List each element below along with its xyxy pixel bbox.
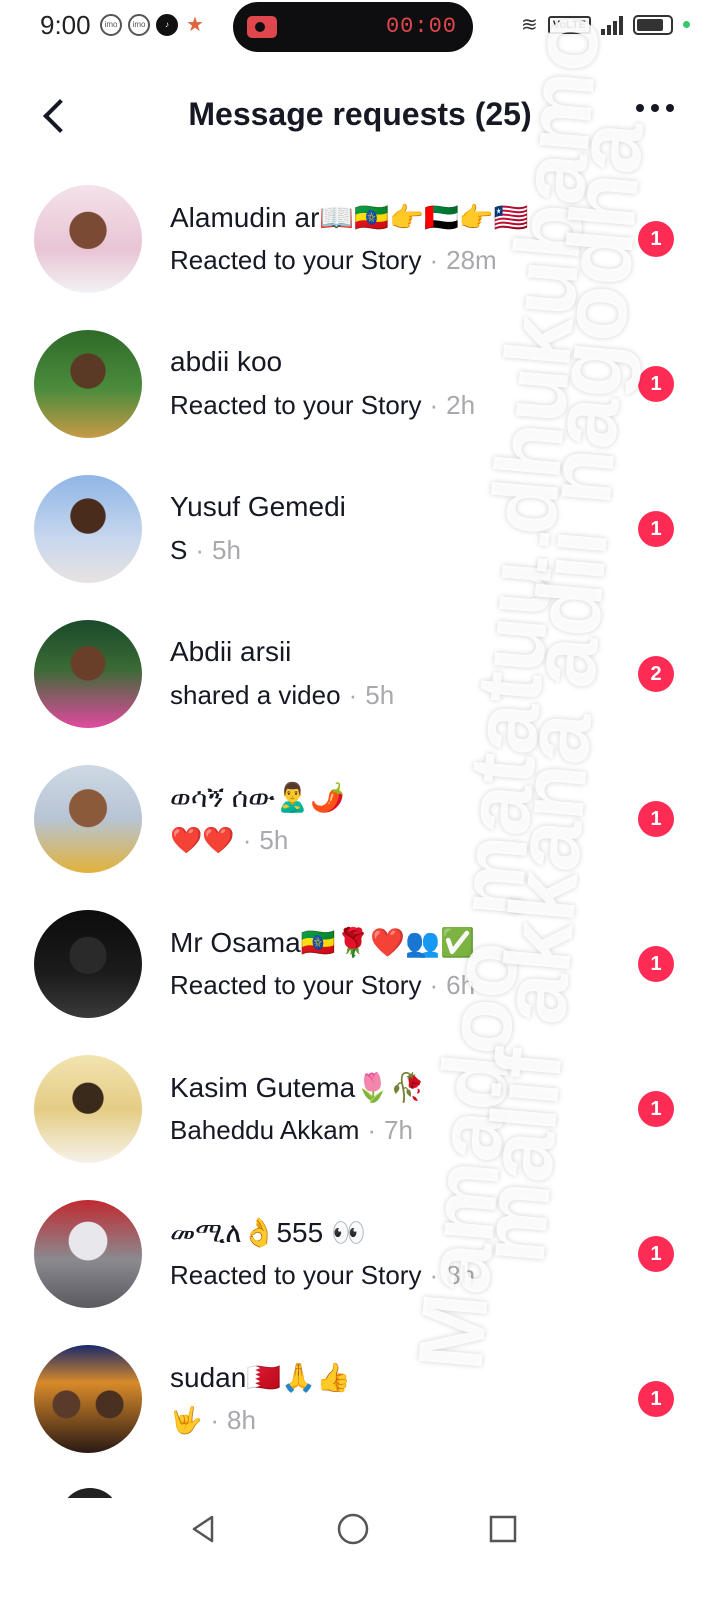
sender-name: Kasim Gutema🌷🥀 xyxy=(170,1072,425,1103)
system-navigation-bar xyxy=(0,1498,720,1600)
status-bar: 9:00 imo imo ♪ ★ 00:00 ≋ VoLTE xyxy=(0,0,720,52)
timestamp: 5h xyxy=(365,680,395,710)
unread-badge: 1 xyxy=(638,1091,674,1127)
status-time: 9:00 xyxy=(40,10,91,40)
list-item[interactable]: መሚለ👌555 👀 Reacted to your Story · 8h 1 xyxy=(0,1180,720,1325)
imo-icon: imo xyxy=(100,14,122,36)
timestamp: 6h xyxy=(446,970,476,1000)
timestamp: 8h xyxy=(446,1260,476,1290)
video-record-icon xyxy=(247,16,277,38)
message-preview: Reacted to your Story · 8h xyxy=(170,1260,476,1290)
message-preview: S · 5h xyxy=(170,535,241,565)
timestamp: 2h xyxy=(446,390,476,420)
volte-label: VoLTE xyxy=(547,15,591,34)
message-preview: ❤️❤️ · 5h xyxy=(170,825,289,855)
list-item[interactable]: Kasim Gutema🌷🥀 Baheddu Akkam · 7h 1 xyxy=(0,1035,720,1180)
list-item[interactable]: ወሳኝ ሰው🙎‍♂️🌶️ ❤️❤️ · 5h 1 xyxy=(0,745,720,890)
unread-badge: 1 xyxy=(638,511,674,547)
timestamp: 28m xyxy=(446,245,497,275)
sender-name: መሚለ👌555 👀 xyxy=(170,1217,366,1248)
avatar[interactable] xyxy=(34,185,142,293)
nav-home-icon[interactable] xyxy=(336,1512,370,1546)
sender-name: Mr Osama🇪🇹🌹❤️👥✅ xyxy=(170,927,475,958)
sender-name: abdii koo xyxy=(170,346,283,377)
privacy-indicator-icon xyxy=(683,21,690,28)
message-preview: shared a video · 5h xyxy=(170,680,395,710)
avatar[interactable] xyxy=(34,1200,142,1308)
sender-name: ወሳኝ ሰው🙎‍♂️🌶️ xyxy=(170,782,345,813)
unread-badge: 1 xyxy=(638,366,674,402)
avatar[interactable] xyxy=(34,330,142,438)
sender-name: Yusuf Gemedi xyxy=(170,491,346,522)
status-app-icons: imo imo ♪ ★ xyxy=(100,14,206,36)
list-item[interactable]: Alamudin ar📖🇪🇹👉🇦🇪👉🇱🇷 Reacted to your Sto… xyxy=(0,165,720,310)
wifi-icon: ≋ xyxy=(521,14,538,36)
avatar[interactable] xyxy=(34,475,142,583)
header: Message requests (25) xyxy=(0,80,720,150)
nav-recents-icon[interactable] xyxy=(488,1514,518,1544)
avatar[interactable] xyxy=(60,1488,120,1498)
unread-badge: 1 xyxy=(638,801,674,837)
unread-badge: 1 xyxy=(638,1381,674,1417)
timestamp: 8h xyxy=(227,1405,256,1435)
star-icon: ★ xyxy=(186,14,204,36)
message-preview: Reacted to your Story · 28m xyxy=(170,245,497,275)
avatar[interactable] xyxy=(34,1345,142,1453)
recording-timer: 00:00 xyxy=(385,14,457,39)
timestamp: 5h xyxy=(259,825,289,855)
message-preview: 🤟 · 8h xyxy=(170,1405,256,1435)
unread-badge: 1 xyxy=(638,221,674,257)
sender-name: Alamudin ar📖🇪🇹👉🇦🇪👉🇱🇷 xyxy=(170,202,529,233)
nav-back-icon[interactable] xyxy=(188,1514,218,1544)
list-item[interactable]: Yusuf Gemedi S · 5h 1 xyxy=(0,455,720,600)
list-item[interactable]: sudan🇧🇭🙏👍 🤟 · 8h 1 xyxy=(0,1325,720,1470)
list-item[interactable]: abdii koo Reacted to your Story · 2h 1 xyxy=(0,310,720,455)
timestamp: 5h xyxy=(212,535,241,565)
message-request-list: Alamudin ar📖🇪🇹👉🇦🇪👉🇱🇷 Reacted to your Sto… xyxy=(0,165,720,1470)
list-item[interactable]: Abdii arsii shared a video · 5h 2 xyxy=(0,600,720,745)
signal-icon xyxy=(601,15,623,35)
avatar[interactable] xyxy=(34,910,142,1018)
unread-badge: 1 xyxy=(638,1236,674,1272)
list-item-partial[interactable] xyxy=(0,1478,720,1498)
list-item[interactable]: Mr Osama🇪🇹🌹❤️👥✅ Reacted to your Story · 6h… xyxy=(0,890,720,1035)
avatar[interactable] xyxy=(34,765,142,873)
status-indicators: ≋ VoLTE xyxy=(521,12,690,37)
unread-badge: 1 xyxy=(638,946,674,982)
message-preview: Reacted to your Story · 2h xyxy=(170,390,476,420)
sender-name: Abdii arsii xyxy=(170,636,292,667)
sender-name: sudan🇧🇭🙏👍 xyxy=(170,1362,351,1393)
avatar[interactable] xyxy=(34,620,142,728)
more-options-button[interactable] xyxy=(636,104,674,112)
screen-recording-pill[interactable]: 00:00 xyxy=(233,2,473,52)
message-preview: Baheddu Akkam · 7h xyxy=(170,1115,413,1145)
battery-icon xyxy=(633,14,673,35)
tiktok-icon: ♪ xyxy=(156,14,178,36)
timestamp: 7h xyxy=(384,1115,413,1145)
page-title: Message requests (25) xyxy=(188,96,532,132)
avatar[interactable] xyxy=(34,1055,142,1163)
unread-badge: 2 xyxy=(638,656,674,692)
imo-icon: imo xyxy=(128,14,150,36)
message-preview: Reacted to your Story · 6h xyxy=(170,970,476,1000)
